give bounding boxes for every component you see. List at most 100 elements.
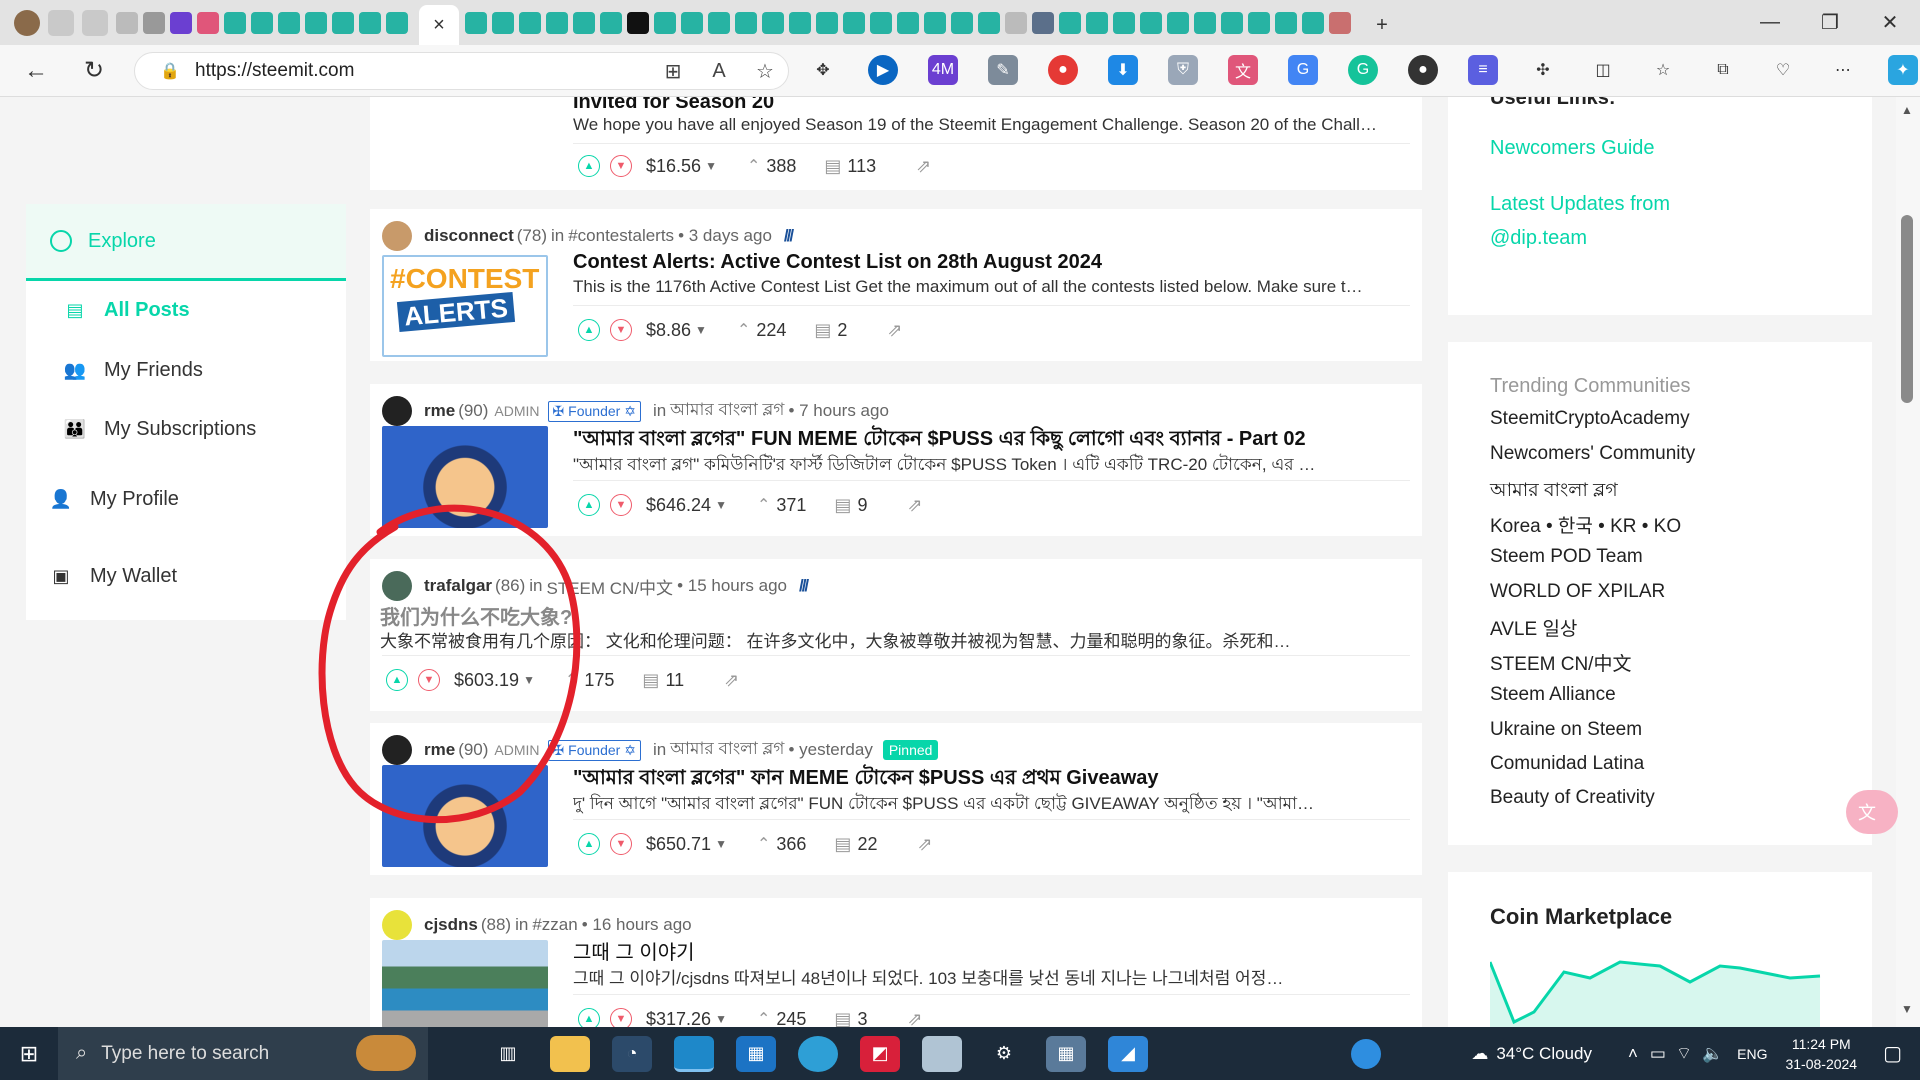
tab-favicon[interactable]	[251, 11, 273, 34]
upvote-icon[interactable]: ▲	[578, 319, 600, 341]
author-name[interactable]: rme	[424, 401, 455, 421]
edge-browser-icon[interactable]	[798, 1035, 838, 1072]
post-time[interactable]: • 7 hours ago	[788, 401, 888, 421]
weather-text[interactable]: 34°C Cloudy	[1496, 1044, 1592, 1064]
tab-favicon[interactable]	[546, 11, 568, 34]
community-link[interactable]: Beauty of Creativity	[1490, 787, 1655, 809]
tab-favicon[interactable]	[681, 11, 703, 34]
community-link[interactable]: আমার বাংলা ব্লগ	[670, 397, 784, 425]
tab-favicon[interactable]	[197, 11, 219, 34]
close-window-button[interactable]: ✕	[1860, 10, 1920, 35]
edge-icon[interactable]	[674, 1035, 714, 1072]
community-link[interactable]: Comunidad Latina	[1490, 753, 1644, 775]
chevron-down-icon[interactable]: ▼	[715, 837, 727, 851]
tab-favicon[interactable]	[654, 11, 676, 34]
split-screen-icon[interactable]: ◫	[1588, 55, 1618, 85]
translate-float-button[interactable]: 文	[1846, 790, 1898, 834]
back-icon[interactable]: ←	[14, 57, 58, 85]
chevron-down-icon[interactable]: ▼	[715, 1012, 727, 1026]
performance-icon[interactable]: ♡	[1768, 55, 1798, 85]
chevron-down-icon[interactable]: ▼	[705, 159, 717, 173]
community-link[interactable]: AVLE 일상	[1490, 614, 1577, 641]
page-scrollbar[interactable]: ▲ ▼	[1896, 97, 1920, 1027]
tab-favicon[interactable]	[1032, 11, 1054, 34]
upvote-icon[interactable]: ▲	[578, 155, 600, 177]
vote-count[interactable]: 224	[756, 320, 786, 341]
tab-favicon[interactable]	[359, 11, 381, 34]
post-thumbnail[interactable]: #CONTEST ALERTS	[382, 255, 548, 357]
community-link[interactable]: আমার বাংলা ব্লগ	[1490, 476, 1618, 508]
post-title[interactable]: Invited for Season 20	[573, 97, 774, 114]
tab-favicon[interactable]	[762, 11, 784, 34]
extension-icon[interactable]: ●	[1408, 55, 1438, 85]
tab-favicon[interactable]	[519, 11, 541, 34]
chevron-down-icon[interactable]: ▼	[715, 498, 727, 512]
tab-favicon[interactable]	[1302, 11, 1324, 34]
post-excerpt[interactable]: "আমার বাংলা ব্লগ" কমিউনিটি'র ফার্স্ট ডিজ…	[573, 452, 1409, 480]
settings-gear-icon[interactable]: ⚙	[984, 1036, 1024, 1072]
upvote-icon[interactable]: ▲	[578, 1008, 600, 1027]
grammarly-icon[interactable]: G	[1348, 55, 1378, 85]
share-icon[interactable]: ⇗	[887, 320, 902, 341]
scroll-thumb[interactable]	[1901, 215, 1913, 403]
sidebar-item-my-profile[interactable]: 👤 My Profile	[48, 488, 179, 511]
extensions-puzzle-icon[interactable]: ✣	[1528, 55, 1558, 85]
payout-value[interactable]: $646.24	[646, 495, 711, 516]
tab-favicon[interactable]	[332, 11, 354, 34]
chevron-down-icon[interactable]: ▼	[695, 323, 707, 337]
community-link[interactable]: #zzan	[532, 915, 577, 935]
post-thumbnail[interactable]	[382, 940, 548, 1027]
refresh-icon[interactable]: ↻	[72, 56, 116, 85]
vote-count[interactable]: 245	[776, 1009, 806, 1028]
new-tab-button[interactable]: +	[1362, 5, 1402, 45]
tab-favicon[interactable]	[1167, 11, 1189, 34]
community-link[interactable]: আমার বাংলা ব্লগ	[670, 736, 784, 764]
comment-icon[interactable]: ▤	[834, 834, 851, 855]
sidebar-item-my-wallet[interactable]: ▣ My Wallet	[48, 565, 177, 588]
language-indicator[interactable]: ENG	[1737, 1046, 1767, 1062]
tab-favicon[interactable]	[870, 11, 892, 34]
community-link[interactable]: WORLD OF XPILAR	[1490, 581, 1665, 603]
community-link[interactable]: Ukraine on Steem	[1490, 719, 1642, 741]
explore-tab[interactable]: Explore	[26, 204, 346, 281]
tab-favicon[interactable]	[573, 11, 595, 34]
author-name[interactable]: disconnect	[424, 226, 514, 246]
post-excerpt[interactable]: We hope you have all enjoyed Season 19 o…	[573, 115, 1409, 135]
tab-favicon[interactable]	[897, 11, 919, 34]
tab-favicon[interactable]	[143, 11, 165, 34]
tab-favicon[interactable]	[1140, 11, 1162, 34]
comment-count[interactable]: 113	[847, 156, 876, 177]
community-link[interactable]: SteemitCryptoAcademy	[1490, 408, 1690, 430]
extension-icon[interactable]: 4M	[928, 55, 958, 85]
downvote-icon[interactable]: ▼	[610, 155, 632, 177]
community-link[interactable]: #contestalerts	[568, 226, 674, 246]
address-bar[interactable]: 🔒 https://steemit.com ⊞ A ☆	[134, 52, 789, 90]
tab-favicon[interactable]	[170, 11, 192, 34]
tab-favicon[interactable]	[116, 11, 138, 34]
tab-favicon[interactable]	[1086, 11, 1108, 34]
post-time[interactable]: • 16 hours ago	[582, 915, 692, 935]
payout-value[interactable]: $317.26	[646, 1009, 711, 1028]
help-icon[interactable]	[1351, 1038, 1382, 1069]
post-title[interactable]: Contest Alerts: Active Contest List on 2…	[573, 251, 1102, 274]
lock-icon[interactable]: 🔒	[153, 61, 187, 81]
sidebar-item-my-subscriptions[interactable]: 👪 My Subscriptions	[62, 418, 257, 441]
community-link[interactable]: STEEM CN/中文	[1490, 649, 1631, 676]
windows-start-icon[interactable]: ⊞	[0, 1041, 58, 1067]
tab-favicon[interactable]	[1059, 11, 1081, 34]
comment-count[interactable]: 11	[665, 670, 684, 691]
download-extension-icon[interactable]: ⬇	[1108, 55, 1138, 85]
tab-favicon[interactable]	[305, 11, 327, 34]
downvote-icon[interactable]: ▼	[610, 319, 632, 341]
community-link[interactable]: Steem POD Team	[1490, 546, 1643, 568]
clock[interactable]: 11:24 PM 31-08-2024	[1785, 1034, 1857, 1074]
tab-favicon[interactable]	[789, 11, 811, 34]
comment-icon[interactable]: ▤	[814, 320, 831, 341]
comment-count[interactable]: 22	[857, 834, 877, 855]
scroll-up-icon[interactable]: ▲	[1901, 103, 1913, 117]
vote-count[interactable]: 366	[776, 834, 806, 855]
share-icon[interactable]: ⇗	[916, 156, 931, 177]
active-tab-close-button[interactable]: ×	[419, 5, 459, 45]
payout-value[interactable]: $16.56	[646, 156, 701, 177]
comment-count[interactable]: 2	[837, 320, 847, 341]
